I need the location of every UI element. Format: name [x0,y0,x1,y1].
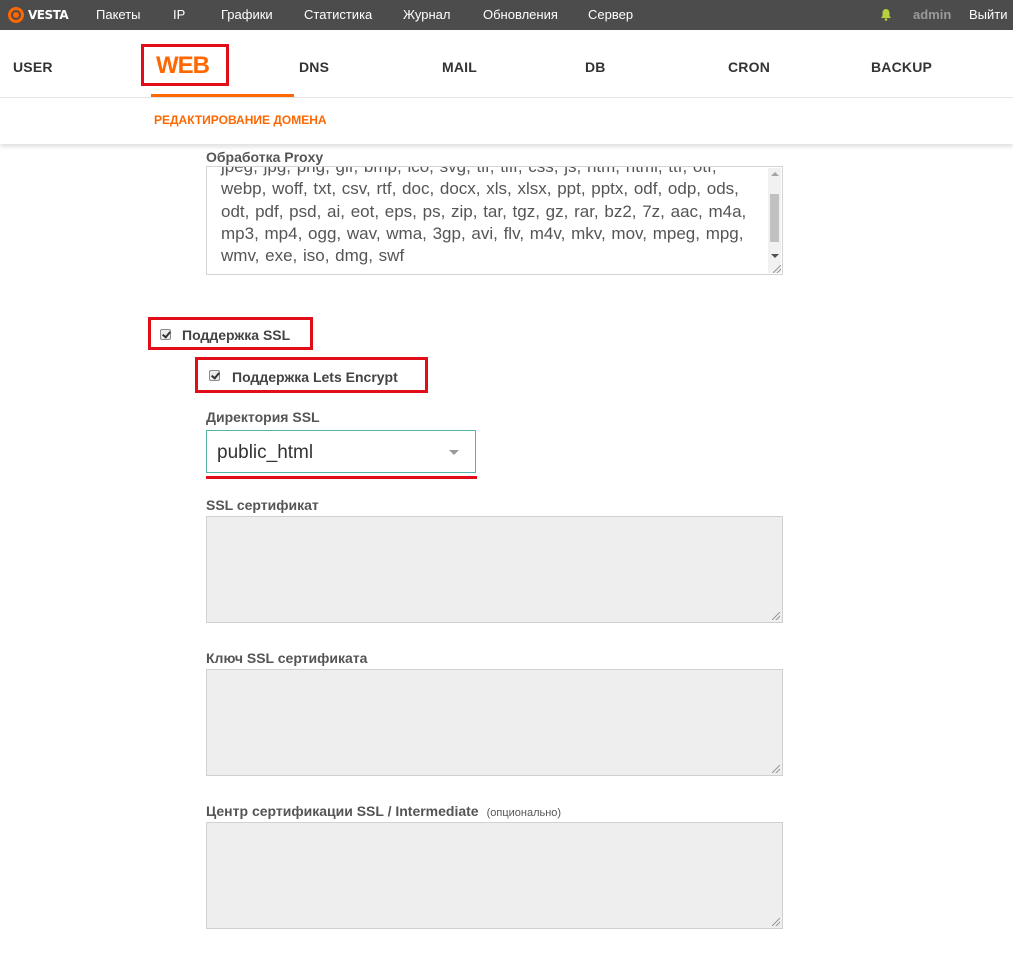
resize-handle-icon[interactable] [772,612,780,620]
tab-mail[interactable]: MAIL [442,59,477,75]
tab-db[interactable]: DB [585,59,606,75]
tab-dns[interactable]: DNS [299,59,329,75]
vesta-logo-icon [8,7,24,23]
ssl-ca-label: Центр сертификации SSL / Intermediate (оп… [206,803,561,819]
ssl-ca-optional-note: (опционально) [486,807,562,819]
scroll-down-arrow-icon[interactable] [771,254,779,258]
tab-backup[interactable]: BACKUP [871,59,932,75]
main-tabs: USER WEB DNS MAIL DB CRON BACKUP [0,30,1013,98]
nav-graphs[interactable]: Графики [221,7,273,22]
proxy-label: Обработка Proxy [206,149,324,165]
vesta-logo[interactable]: VESTA [8,6,69,24]
lets-encrypt-label[interactable]: Поддержка Lets Encrypt [232,369,398,385]
nav-statistics[interactable]: Статистика [304,7,372,22]
lets-encrypt-checkbox[interactable] [209,370,220,381]
ssl-directory-highlight-underline [206,476,477,479]
nav-updates[interactable]: Обновления [483,7,558,22]
resize-handle-icon[interactable] [773,265,781,273]
user-name-link[interactable]: admin [913,7,951,22]
ssl-certificate-textarea[interactable] [206,516,783,623]
tab-web-label: WEB [156,52,210,79]
nav-log[interactable]: Журнал [403,7,450,22]
tab-web[interactable]: WEB [141,44,229,86]
nav-packages[interactable]: Пакеты [96,7,141,22]
resize-handle-icon[interactable] [772,918,780,926]
logo-text: VESTA [28,8,69,22]
ssl-directory-select[interactable]: public_html [206,430,476,473]
tab-cron[interactable]: CRON [728,59,770,75]
ssl-support-checkbox[interactable] [160,329,171,340]
bell-icon[interactable] [880,8,892,21]
proxy-extensions-textarea[interactable]: jpeg, jpg, png, gif, bmp, ico, svg, tif,… [206,166,783,275]
top-navigation-bar: VESTA Пакеты IP Графики Статистика Журна… [0,0,1013,30]
nav-server[interactable]: Сервер [588,7,633,22]
ssl-ca-label-text: Центр сертификации SSL / Intermediate [206,803,479,819]
ssl-key-textarea[interactable] [206,669,783,776]
proxy-extensions-text: jpeg, jpg, png, gif, bmp, ico, svg, tif,… [221,166,747,266]
ssl-support-label[interactable]: Поддержка SSL [182,327,290,343]
page-title: РЕДАКТИРОВАНИЕ ДОМЕНА [154,113,327,127]
scroll-thumb[interactable] [770,194,779,242]
ssl-ca-textarea[interactable] [206,822,783,929]
ssl-directory-label: Директория SSL [206,409,320,425]
ssl-directory-value: public_html [217,442,314,463]
ssl-key-label: Ключ SSL сертификата [206,650,368,666]
sub-header: РЕДАКТИРОВАНИЕ ДОМЕНА [0,98,1013,144]
chevron-down-icon [449,450,459,455]
logout-link[interactable]: Выйти [969,7,1008,22]
textarea-scrollbar[interactable] [768,168,781,273]
active-tab-indicator [151,94,294,97]
nav-ip[interactable]: IP [173,7,185,22]
ssl-certificate-label: SSL сертификат [206,497,319,513]
scroll-up-arrow-icon[interactable] [771,172,779,176]
resize-handle-icon[interactable] [772,765,780,773]
tab-user[interactable]: USER [13,59,53,75]
